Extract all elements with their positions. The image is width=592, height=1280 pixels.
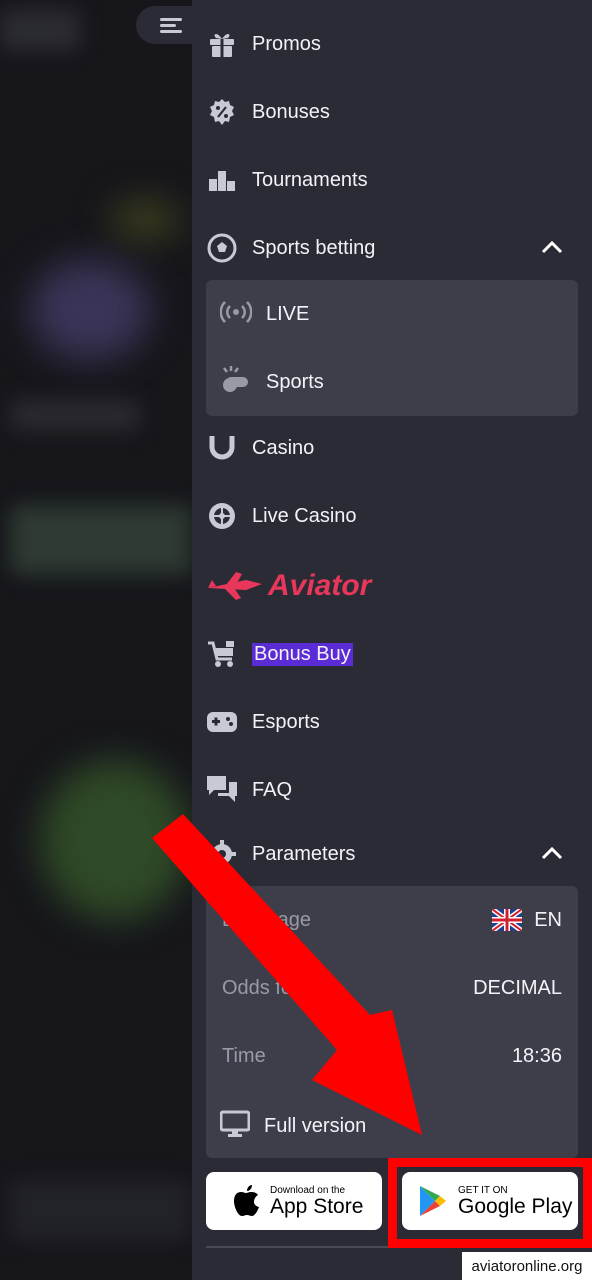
odds-format-label: Odds format xyxy=(222,976,333,999)
odds-format-value: DECIMAL xyxy=(473,976,562,999)
app-store-button[interactable]: Download on the App Store xyxy=(206,1172,382,1230)
menu-item-promos[interactable]: Promos xyxy=(206,22,578,66)
menu-item-label: Live Casino xyxy=(252,504,357,527)
full-version-link[interactable]: Full version xyxy=(219,1104,564,1148)
chevron-up-icon[interactable] xyxy=(540,842,564,866)
sports-submenu: LIVE Sports xyxy=(206,280,578,416)
menu-item-tournaments[interactable]: Tournaments xyxy=(206,158,578,202)
blurred-background xyxy=(0,0,192,1280)
submenu-item-live[interactable]: LIVE xyxy=(219,292,564,336)
side-menu-drawer: Promos Bonuses Tournaments Sports bettin… xyxy=(192,0,592,1280)
apple-icon xyxy=(234,1185,259,1216)
menu-item-label: Promos xyxy=(252,32,321,55)
gamepad-icon xyxy=(206,706,238,738)
menu-item-label: Esports xyxy=(252,710,320,733)
roulette-icon xyxy=(206,500,238,532)
menu-item-label: Bonus Buy xyxy=(252,642,353,666)
soccer-ball-icon xyxy=(206,232,238,264)
menu-item-label: Sports betting xyxy=(252,236,376,259)
podium-icon xyxy=(206,164,238,196)
submenu-item-sports[interactable]: Sports xyxy=(220,360,564,404)
menu-item-parameters[interactable]: Parameters xyxy=(206,832,578,876)
menu-item-casino[interactable]: Casino xyxy=(206,426,578,470)
parameters-panel: Language EN Odds format DECIMAL Time 18:… xyxy=(206,886,578,1158)
watermark: aviatoronline.org xyxy=(462,1252,592,1280)
menu-item-sports-betting[interactable]: Sports betting xyxy=(206,226,578,270)
menu-item-esports[interactable]: Esports xyxy=(206,700,578,744)
odds-format-row[interactable]: Odds format DECIMAL xyxy=(222,968,562,1008)
aviator-logo-text: Aviator xyxy=(268,569,372,602)
menu-item-label: Tournaments xyxy=(252,168,368,191)
menu-item-bonus-buy[interactable]: Bonus Buy xyxy=(206,632,578,676)
submenu-item-label: LIVE xyxy=(266,302,310,325)
whistle-icon xyxy=(220,364,252,401)
gift-icon xyxy=(206,28,238,60)
monitor-icon xyxy=(219,1110,251,1143)
submenu-item-label: Sports xyxy=(266,370,324,393)
menu-item-aviator[interactable]: Aviator xyxy=(206,562,578,610)
menu-item-label: Parameters xyxy=(252,842,356,865)
cart-icon xyxy=(206,638,238,670)
menu-toggle-button[interactable] xyxy=(136,6,198,44)
chat-bubbles-icon xyxy=(206,774,238,806)
menu-item-label: Casino xyxy=(252,436,315,459)
chevron-up-icon[interactable] xyxy=(540,236,564,260)
gear-icon xyxy=(206,838,238,870)
percent-badge-icon xyxy=(206,96,238,128)
menu-item-faq[interactable]: FAQ xyxy=(206,768,578,812)
airplane-icon xyxy=(208,572,262,600)
time-row: Time 18:36 xyxy=(222,1036,562,1076)
menu-item-label: FAQ xyxy=(252,778,293,801)
time-label: Time xyxy=(222,1044,266,1067)
menu-item-bonuses[interactable]: Bonuses xyxy=(206,90,578,134)
time-value: 18:36 xyxy=(511,1044,562,1067)
horseshoe-icon xyxy=(206,432,238,464)
language-row[interactable]: Language EN xyxy=(222,900,562,940)
hamburger-icon xyxy=(160,15,182,36)
broadcast-icon xyxy=(219,300,253,329)
highlight-frame xyxy=(388,1158,592,1248)
uk-flag-icon xyxy=(492,909,523,931)
menu-item-label: Bonuses xyxy=(252,100,330,123)
language-value: EN xyxy=(534,908,562,931)
language-label: Language xyxy=(222,908,311,931)
app-store-big-text: App Store xyxy=(270,1194,364,1218)
menu-item-live-casino[interactable]: Live Casino xyxy=(206,494,578,538)
full-version-label: Full version xyxy=(264,1114,367,1137)
app-store-small-text: Download on the xyxy=(270,1184,346,1196)
